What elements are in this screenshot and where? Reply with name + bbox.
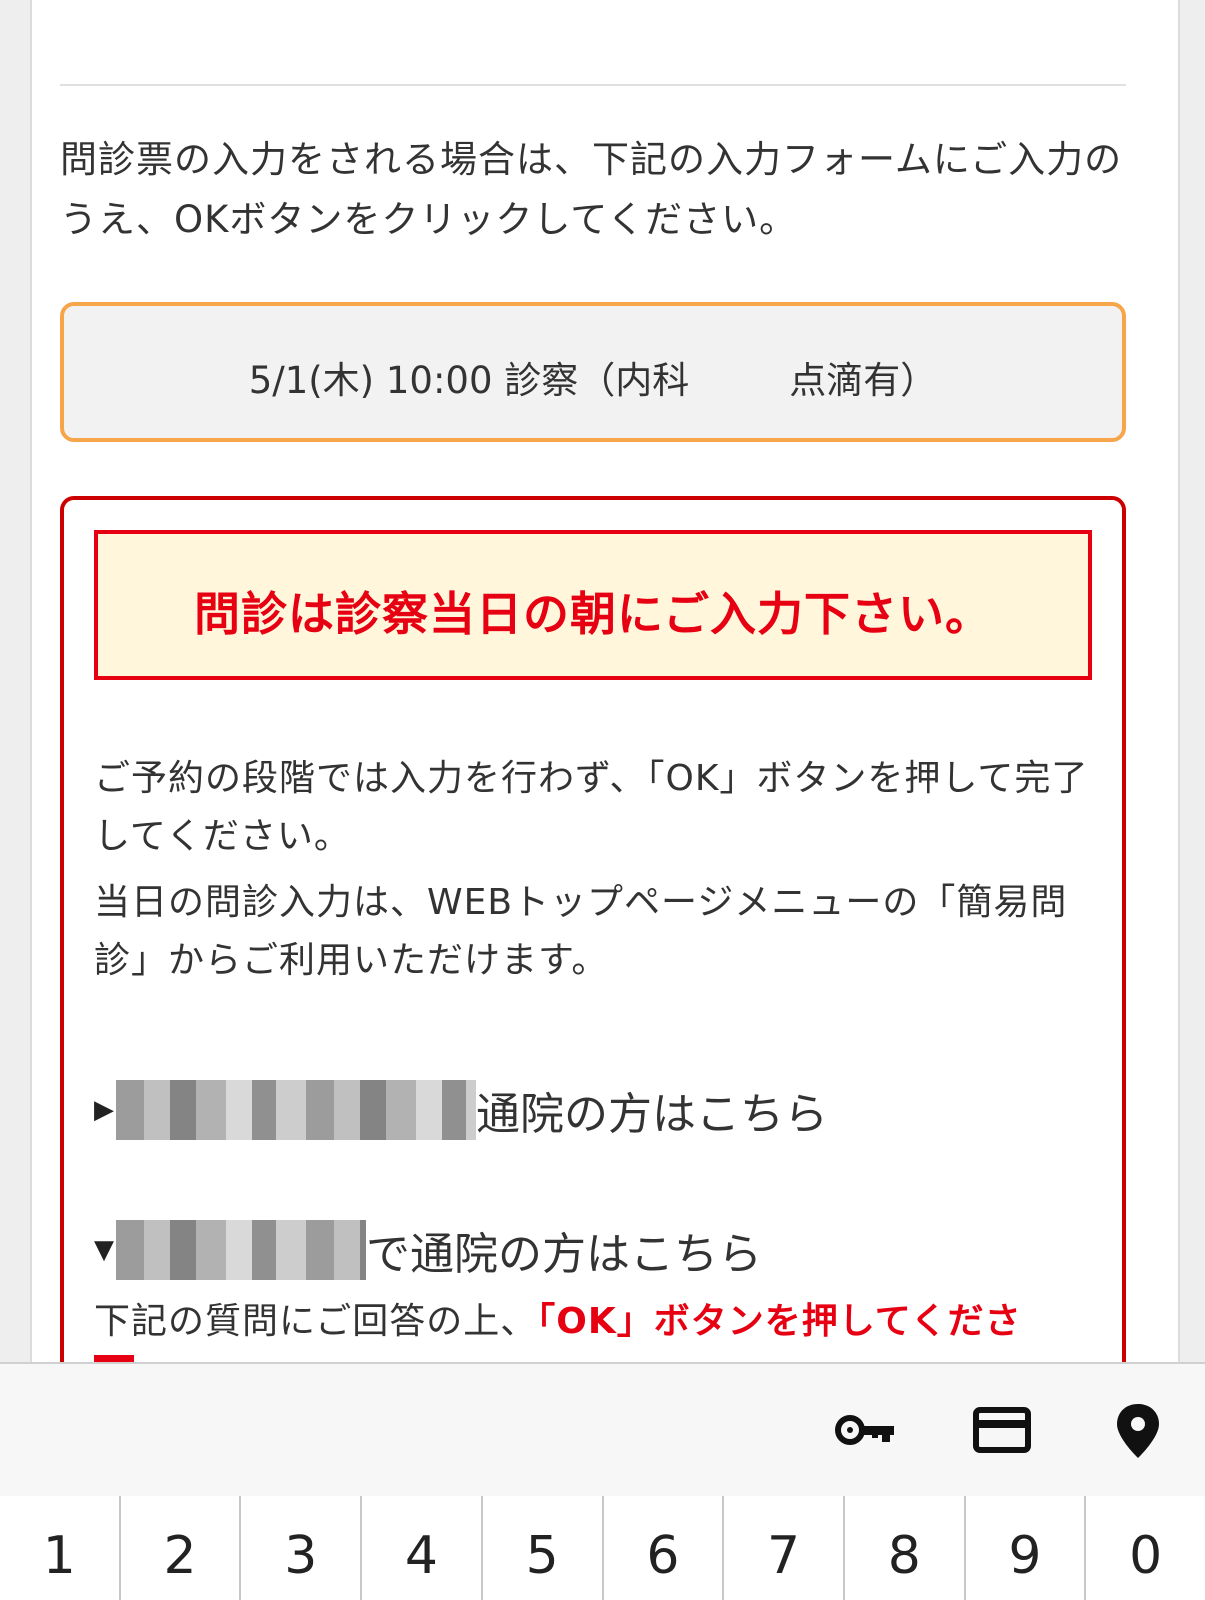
link-collapsed-section[interactable]: ▶ 通院の方はこちら bbox=[94, 1078, 828, 1142]
keyboard-toolbar bbox=[0, 1362, 1205, 1498]
answer-prefix: 下記の質問にご回答の上、 bbox=[94, 1301, 538, 1342]
appointment-tail: 点滴有） bbox=[789, 359, 938, 402]
link-expanded-section[interactable]: ▼ で通院の方はこちら bbox=[94, 1218, 762, 1282]
key-3[interactable]: 3 bbox=[239, 1496, 361, 1600]
notice-paragraph-1: ご予約の段階では入力を行わず、「OK」ボタンを押して完了してください。 bbox=[94, 758, 1089, 857]
key-4[interactable]: 4 bbox=[360, 1496, 481, 1600]
link-collapsed-label: 通院の方はこちら bbox=[476, 1089, 828, 1140]
notice-box: 問診は診察当日の朝にご入力下さい。 ご予約の段階では入力を行わず、「OK」ボタン… bbox=[60, 496, 1126, 1390]
web-page: 問診票の入力をされる場合は、下記の入力フォームにご入力のうえ、OKボタンをクリッ… bbox=[30, 0, 1180, 1390]
key-9[interactable]: 9 bbox=[963, 1496, 1085, 1600]
keyboard-number-row: 1 2 3 4 5 6 7 8 9 0 bbox=[0, 1496, 1205, 1600]
triangle-right-icon: ▶ bbox=[94, 1095, 114, 1125]
key-5[interactable]: 5 bbox=[480, 1496, 602, 1600]
redacted-text bbox=[116, 1220, 366, 1280]
answer-emphasis: 「OK」ボタンを押してくださ bbox=[537, 1301, 1022, 1342]
key-7[interactable]: 7 bbox=[722, 1496, 843, 1600]
triangle-down-icon: ▼ bbox=[94, 1235, 114, 1265]
answer-instruction: 下記の質問にご回答の上、「OK」ボタンを押してくださ bbox=[94, 1292, 1022, 1344]
key-6[interactable]: 6 bbox=[601, 1496, 723, 1600]
appointment-main: 5/1(木) 10:00 診察（内科 bbox=[248, 359, 690, 402]
key-2[interactable]: 2 bbox=[118, 1496, 240, 1600]
location-pin-icon[interactable] bbox=[1106, 1400, 1170, 1460]
notice-paragraph-2: 当日の問診入力は、WEBトップページメニューの「簡易問診」からご利用いただけます… bbox=[94, 882, 1068, 981]
key-0[interactable]: 0 bbox=[1084, 1496, 1205, 1600]
redacted-text bbox=[116, 1080, 476, 1140]
divider bbox=[60, 84, 1126, 86]
key-1[interactable]: 1 bbox=[0, 1496, 119, 1600]
warning-banner-text: 問診は診察当日の朝にご入力下さい。 bbox=[193, 587, 993, 641]
intro-text: 問診票の入力をされる場合は、下記の入力フォームにご入力のうえ、OKボタンをクリッ… bbox=[60, 138, 1123, 241]
key-icon[interactable] bbox=[834, 1400, 898, 1460]
warning-banner: 問診は診察当日の朝にご入力下さい。 bbox=[94, 530, 1092, 680]
appointment-text: 5/1(木) 10:00 診察（内科 点滴有） bbox=[64, 350, 1122, 404]
link-expanded-label: で通院の方はこちら bbox=[366, 1229, 762, 1280]
appointment-summary: 5/1(木) 10:00 診察（内科 点滴有） bbox=[60, 302, 1126, 442]
credit-card-icon[interactable] bbox=[970, 1400, 1034, 1460]
key-8[interactable]: 8 bbox=[842, 1496, 964, 1600]
